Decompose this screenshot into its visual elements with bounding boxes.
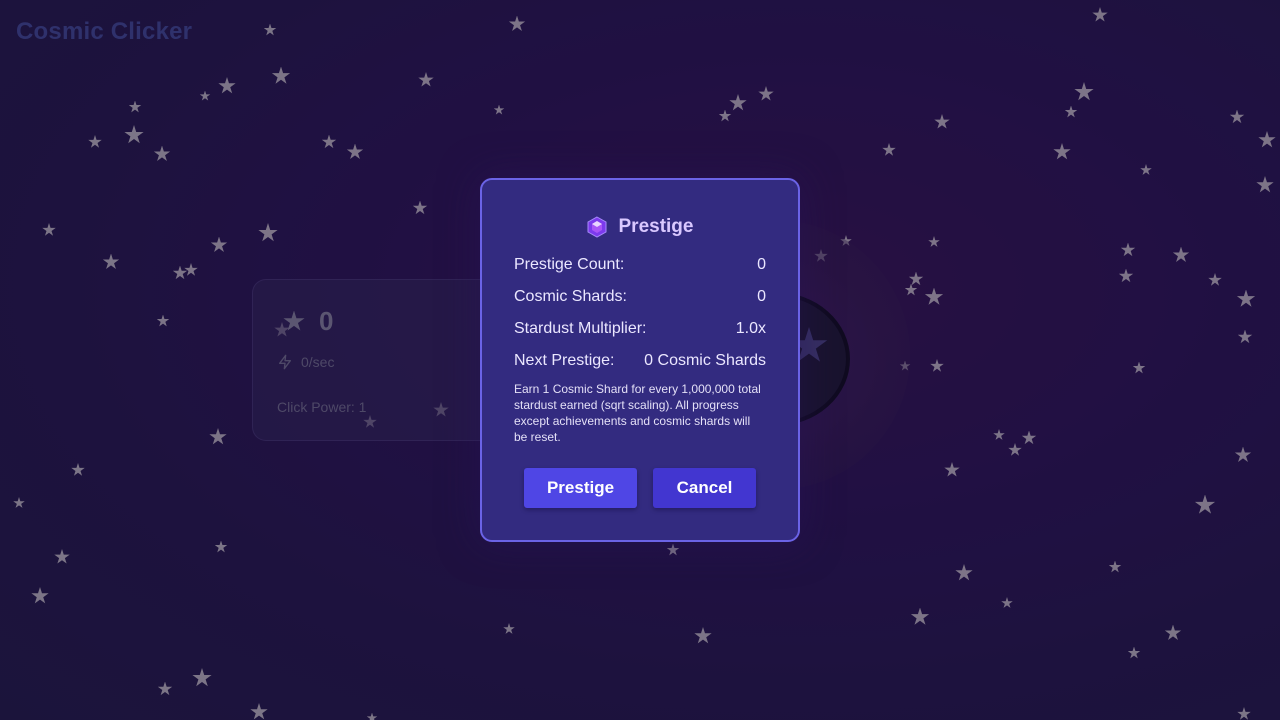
row-label: Next Prestige: — [514, 352, 615, 369]
cosmic-shards-row: Cosmic Shards: 0 — [514, 288, 766, 306]
modal-title: Prestige — [618, 216, 694, 237]
next-prestige-row: Next Prestige: 0 Cosmic Shards — [514, 352, 766, 370]
row-label: Prestige Count: — [514, 256, 625, 273]
row-label: Cosmic Shards: — [514, 288, 627, 305]
prestige-button[interactable]: Prestige — [524, 468, 637, 508]
stardust-multiplier-row: Stardust Multiplier: 1.0x — [514, 320, 766, 338]
row-value: 0 Cosmic Shards — [644, 352, 766, 369]
prestige-description: Earn 1 Cosmic Shard for every 1,000,000 … — [514, 382, 761, 444]
modal-header: Prestige — [482, 216, 798, 238]
cancel-button[interactable]: Cancel — [653, 468, 756, 508]
row-value: 0 — [757, 288, 766, 305]
prestige-modal: Prestige Prestige Count: 0 Cosmic Shards… — [480, 178, 800, 542]
row-value: 1.0x — [735, 320, 766, 337]
prestige-count-row: Prestige Count: 0 — [514, 256, 766, 274]
row-label: Stardust Multiplier: — [514, 320, 647, 337]
gem-icon — [587, 216, 606, 238]
row-value: 0 — [757, 256, 766, 273]
